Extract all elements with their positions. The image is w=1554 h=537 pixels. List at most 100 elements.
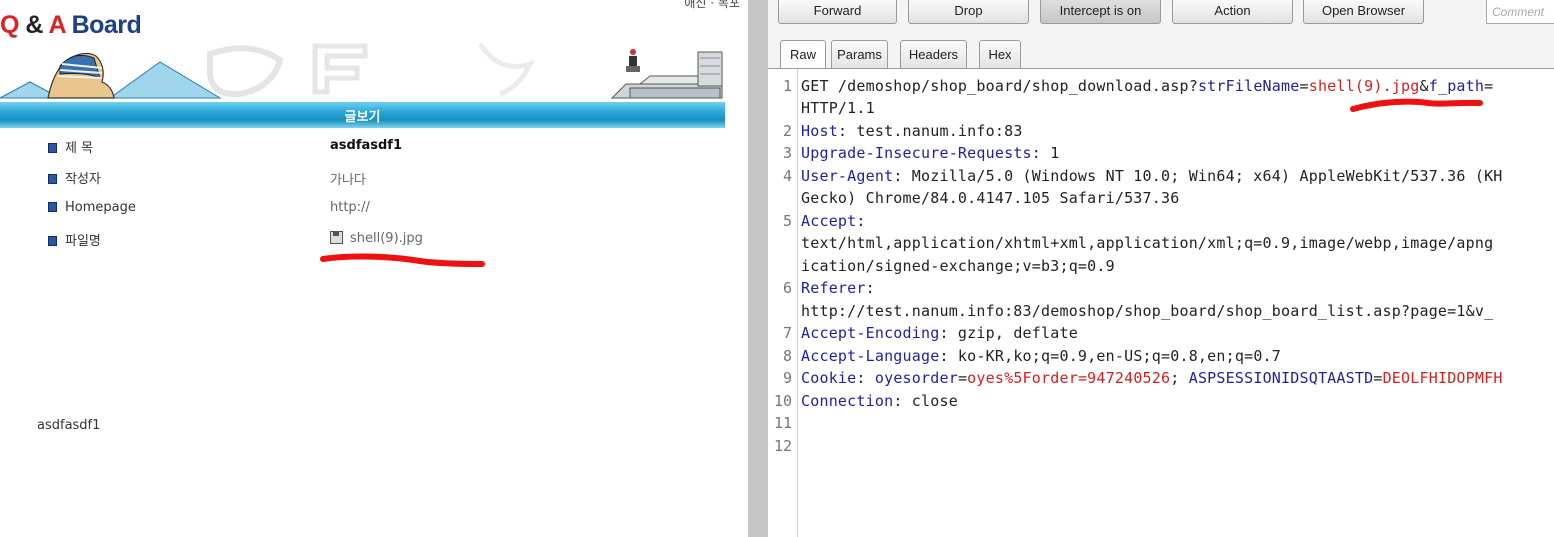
param-eq: = (1484, 77, 1494, 95)
bullet-icon (48, 173, 57, 184)
referer-header: Referer: (801, 279, 875, 297)
line-number: 4 (782, 167, 792, 185)
board-title-rest: Board (65, 11, 142, 39)
accept-cont: ication/signed-exchange;v=b3;q=0.9 (801, 257, 1115, 275)
param-name: strFileName (1197, 77, 1300, 95)
field-value-subject: asdfasdf1 (330, 138, 402, 153)
request-line: GET /demoshop/shop_board/shop_download.a… (801, 77, 1493, 95)
field-row-filename: 파일명 (48, 230, 101, 250)
drop-button[interactable]: Drop (908, 0, 1029, 24)
board-title-q: Q (0, 11, 19, 39)
download-file-link[interactable]: shell(9).jpg (350, 231, 423, 246)
view-post-bar: 글보기 (0, 102, 725, 128)
header-value: : gzip, deflate (939, 324, 1078, 342)
tab-headers[interactable]: Headers (900, 40, 967, 68)
line-number: 7 (782, 324, 792, 342)
page-scrollbar[interactable] (748, 0, 769, 537)
line-number: 9 (782, 369, 792, 387)
request-editor[interactable]: 1 2 3 4 5 6 7 8 9 10 11 12 GET /demoshop… (768, 68, 1554, 537)
header-name: Upgrade-Insecure-Requests (801, 144, 1032, 162)
tab-params[interactable]: Params (831, 40, 888, 68)
tab-hex[interactable]: Hex (979, 40, 1021, 68)
header-value: : (856, 212, 866, 230)
egyptian-banner-image (0, 42, 723, 99)
tab-raw[interactable]: Raw (780, 40, 826, 68)
forward-button[interactable]: Forward (778, 0, 897, 24)
cookie-name: ASPSESSIONIDSQTAASTD (1188, 369, 1374, 387)
upgrade-header: Upgrade-Insecure-Requests: 1 (801, 144, 1059, 162)
view-post-label: 글보기 (344, 110, 381, 125)
line-number: 8 (782, 347, 792, 365)
field-label-homepage: Homepage (65, 200, 136, 215)
bullet-icon (48, 235, 57, 246)
post-content: asdfasdf1 (37, 418, 101, 433)
accept-language-header: Accept-Language: ko-KR,ko;q=0.9,en-US;q=… (801, 347, 1281, 365)
header-name: Accept-Encoding (801, 324, 940, 342)
line-number: 5 (782, 212, 792, 230)
referer-cont: http://test.nanum.info:83/demoshop/shop_… (801, 302, 1494, 320)
param-amp: & (1419, 77, 1429, 95)
user-agent-cont: Gecko) Chrome/84.0.4147.105 Safari/537.3… (801, 189, 1180, 207)
param-value-filename: shell(9).jpg (1308, 77, 1420, 95)
cookie-semi: ; (1170, 369, 1189, 387)
red-underline-annotation (1350, 98, 1483, 112)
action-button[interactable]: Action (1172, 0, 1293, 24)
field-value-homepage[interactable]: http:// (330, 200, 370, 215)
board-title-amp: & (18, 11, 49, 39)
request-method-path: GET /demoshop/shop_board/shop_download.a… (801, 77, 1198, 95)
cookie-header: Cookie: oyesorder=oyes%5Forder=947240526… (801, 369, 1503, 387)
cookie-value: DEOLFHIDOPMFH (1382, 369, 1503, 387)
red-underline-annotation (320, 253, 485, 267)
cookie-eq: = (1373, 369, 1383, 387)
field-row-subject: 제 목 (48, 137, 93, 157)
line-number: 6 (782, 279, 792, 297)
line-number: 11 (773, 414, 792, 432)
cookie-value: oyes%5Forder=947240526 (967, 369, 1171, 387)
field-value-author: 가나다 (330, 173, 366, 188)
header-name: User-Agent (801, 167, 894, 185)
field-value-filename[interactable]: shell(9).jpg (330, 231, 423, 246)
intercept-toggle-button[interactable]: Intercept is on (1040, 0, 1161, 24)
header-name: Connection (801, 392, 894, 410)
field-label-subject: 제 목 (65, 141, 94, 156)
param-name: f_path (1428, 77, 1485, 95)
field-label-author: 작성자 (65, 172, 101, 187)
header-name: Host (801, 122, 838, 140)
param-eq: = (1299, 77, 1309, 95)
header-name: Accept-Language (801, 347, 940, 365)
user-agent-header: User-Agent: Mozilla/5.0 (Windows NT 10.0… (801, 167, 1503, 185)
header-value: : close (893, 392, 958, 410)
line-number: 3 (782, 144, 792, 162)
open-browser-button[interactable]: Open Browser (1303, 0, 1424, 24)
webpage-panel: 애신 · 목포 Q & A Board 글보기 제 목 asdfasdf1 작성… (0, 0, 748, 537)
bullet-icon (48, 201, 57, 212)
header-value: : test.nanum.info:83 (837, 122, 1023, 140)
accept-header: Accept: (801, 212, 866, 230)
top-nav[interactable]: 애신 · 목포 (684, 0, 740, 11)
header-value: : Mozilla/5.0 (Windows NT 10.0; Win64; x… (893, 167, 1503, 185)
header-value: : ko-KR,ko;q=0.9,en-US;q=0.8,en;q=0.7 (939, 347, 1282, 365)
bullet-icon (48, 142, 57, 153)
line-number: 1 (782, 77, 792, 95)
cookie-name: oyesorder (874, 369, 958, 387)
line-number: 10 (773, 392, 792, 410)
field-row-author: 작성자 (48, 168, 101, 188)
line-number-gutter: 1 2 3 4 5 6 7 8 9 10 11 12 (768, 69, 798, 537)
header-value: : 1 (1031, 144, 1060, 162)
comment-field[interactable]: Comment (1486, 0, 1554, 24)
board-title: Q & A Board (0, 11, 142, 40)
connection-header: Connection: close (801, 392, 958, 410)
request-line-cont: HTTP/1.1 (801, 99, 875, 117)
line-number: 2 (782, 122, 792, 140)
line-number: 12 (773, 437, 792, 455)
header-name: Cookie (801, 369, 857, 387)
header-name: Referer (801, 279, 866, 297)
header-name: Accept (801, 212, 857, 230)
accept-encoding-header: Accept-Encoding: gzip, deflate (801, 324, 1078, 342)
cookie-eq: = (957, 369, 968, 387)
board-title-a: A (48, 11, 66, 39)
proxy-panel: Forward Drop Intercept is on Action Open… (768, 0, 1554, 537)
field-label-filename: 파일명 (65, 234, 101, 249)
field-row-homepage: Homepage (48, 200, 136, 220)
host-header: Host: test.nanum.info:83 (801, 122, 1023, 140)
